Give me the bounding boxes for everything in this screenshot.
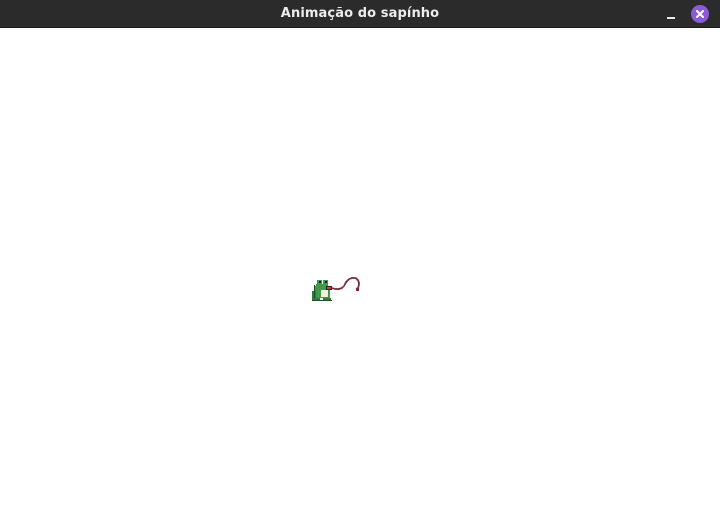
close-icon xyxy=(696,10,704,18)
minimize-button[interactable] xyxy=(660,4,682,24)
window-title: Animação do sapínho xyxy=(280,6,440,21)
minimize-icon xyxy=(667,17,675,19)
title-bar[interactable]: Animação do sapínho xyxy=(0,0,720,28)
frog-sprite xyxy=(312,276,361,301)
animation-canvas xyxy=(0,28,720,508)
close-button[interactable] xyxy=(691,5,709,23)
app-window: Animação do sapínho xyxy=(0,0,720,508)
